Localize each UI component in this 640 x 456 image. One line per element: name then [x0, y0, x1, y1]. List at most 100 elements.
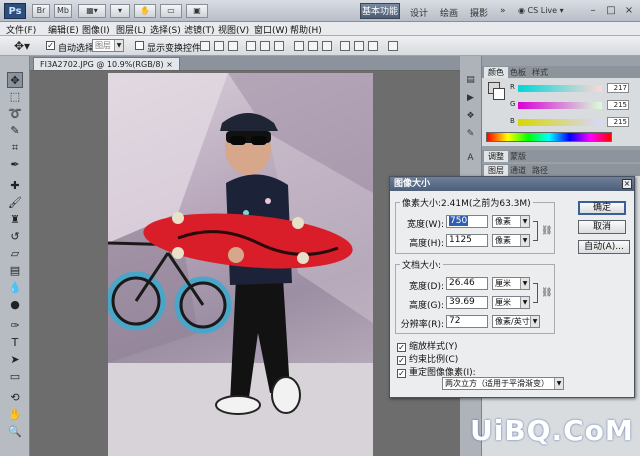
- distribute-top-icon[interactable]: [294, 41, 304, 51]
- distribute-left-icon[interactable]: [340, 41, 350, 51]
- align-left-icon[interactable]: [246, 41, 256, 51]
- zoom-level-button[interactable]: ▾: [110, 4, 130, 18]
- move-tool-preset-icon[interactable]: ✥▾: [14, 38, 30, 54]
- mini-bridge-button[interactable]: Mb: [54, 4, 72, 18]
- screen-mode-button[interactable]: ▣: [186, 4, 208, 18]
- auto-select-checkbox[interactable]: ✓: [46, 41, 55, 50]
- ok-button[interactable]: 确定: [578, 201, 626, 215]
- tab-styles[interactable]: 样式: [528, 67, 552, 78]
- red-value[interactable]: 217: [607, 83, 629, 93]
- tab-color[interactable]: 颜色: [484, 67, 508, 78]
- doc-width-unit-select[interactable]: 厘米 ▼: [492, 277, 530, 290]
- align-top-icon[interactable]: [200, 41, 210, 51]
- menu-image[interactable]: 图像(I): [82, 23, 110, 36]
- menu-layer[interactable]: 图层(L): [116, 23, 146, 36]
- brush-tool-icon[interactable]: 🖌: [7, 195, 23, 211]
- tab-layers[interactable]: 图层: [484, 165, 508, 176]
- lasso-tool-icon[interactable]: ➰: [7, 106, 23, 122]
- marquee-tool-icon[interactable]: ⬚: [7, 89, 23, 105]
- distribute-bottom-icon[interactable]: [322, 41, 332, 51]
- 3d-rotate-tool-icon[interactable]: ⟲: [7, 390, 23, 406]
- crop-tool-icon[interactable]: ⌗: [7, 140, 23, 156]
- menu-file[interactable]: 文件(F): [6, 23, 36, 36]
- close-button[interactable]: ×: [622, 4, 636, 18]
- pixel-height-input[interactable]: 1125: [446, 234, 488, 247]
- dialog-close-icon[interactable]: ×: [622, 179, 632, 189]
- doc-height-unit-select[interactable]: 厘米 ▼: [492, 296, 530, 309]
- tab-adjustments[interactable]: 调整: [484, 151, 508, 162]
- character-panel-icon[interactable]: A: [464, 152, 477, 165]
- distribute-hcenter-icon[interactable]: [354, 41, 364, 51]
- pen-tool-icon[interactable]: ✑: [7, 318, 23, 334]
- blue-slider[interactable]: [518, 119, 602, 126]
- minimize-button[interactable]: –: [586, 4, 600, 18]
- pixel-height-unit-select[interactable]: 像素 ▼: [492, 234, 530, 247]
- shape-tool-icon[interactable]: ▭: [7, 369, 23, 385]
- healing-brush-tool-icon[interactable]: ✚: [7, 178, 23, 194]
- history-brush-tool-icon[interactable]: ↺: [7, 229, 23, 245]
- green-slider[interactable]: [518, 102, 602, 109]
- blur-tool-icon[interactable]: 💧: [7, 280, 23, 296]
- green-value[interactable]: 215: [607, 100, 629, 110]
- align-hcenter-icon[interactable]: [260, 41, 270, 51]
- workspace-painting-link[interactable]: 绘画: [440, 6, 458, 19]
- color-spectrum-bar[interactable]: [486, 132, 612, 142]
- resample-method-select[interactable]: 两次立方（适用于平滑渐变） ▼: [442, 377, 564, 390]
- menu-view[interactable]: 视图(V): [218, 23, 249, 36]
- background-color-swatch[interactable]: [493, 88, 505, 100]
- eyedropper-tool-icon[interactable]: ✒: [7, 157, 23, 173]
- menu-select[interactable]: 选择(S): [150, 23, 181, 36]
- constrain-proportions-checkbox[interactable]: ✓ 约束比例(C): [397, 352, 458, 365]
- cancel-button[interactable]: 取消: [578, 220, 626, 234]
- scale-styles-checkbox[interactable]: ✓ 缩放样式(Y): [397, 339, 458, 352]
- arrange-documents-button[interactable]: ▭: [160, 4, 182, 18]
- auto-align-icon[interactable]: [388, 41, 398, 51]
- maximize-button[interactable]: □: [604, 4, 618, 18]
- menu-window[interactable]: 窗口(W): [254, 23, 288, 36]
- resolution-input[interactable]: 72: [446, 315, 488, 328]
- document-photo[interactable]: [108, 73, 373, 456]
- pixel-width-input[interactable]: 750: [446, 215, 488, 228]
- dodge-tool-icon[interactable]: ●: [7, 297, 23, 313]
- brush-presets-icon[interactable]: ✎: [464, 128, 477, 141]
- view-extras-button[interactable]: ▦▾: [78, 4, 106, 18]
- workspace-essentials-button[interactable]: 基本功能: [360, 3, 400, 19]
- eraser-tool-icon[interactable]: ▱: [7, 246, 23, 262]
- workspace-more-link[interactable]: »: [500, 6, 506, 16]
- align-right-icon[interactable]: [274, 41, 284, 51]
- pixel-width-unit-select[interactable]: 像素 ▼: [492, 215, 530, 228]
- move-tool-icon[interactable]: ✥: [7, 72, 23, 88]
- align-bottom-icon[interactable]: [228, 41, 238, 51]
- tab-masks[interactable]: 蒙版: [506, 151, 530, 162]
- auto-button[interactable]: 自动(A)...: [578, 240, 630, 254]
- tab-channels[interactable]: 通道: [506, 165, 530, 176]
- hand-tool-icon[interactable]: ✋: [7, 407, 23, 423]
- red-slider[interactable]: [518, 85, 602, 92]
- document-tab[interactable]: FI3A2702.JPG @ 10.9%(RGB/8) ×: [33, 57, 180, 70]
- align-vcenter-icon[interactable]: [214, 41, 224, 51]
- gradient-tool-icon[interactable]: ▤: [7, 263, 23, 279]
- path-select-tool-icon[interactable]: ➤: [7, 352, 23, 368]
- close-icon[interactable]: ×: [166, 60, 173, 69]
- menu-filter[interactable]: 滤镜(T): [184, 23, 215, 36]
- show-transform-checkbox[interactable]: [135, 41, 144, 50]
- menu-edit[interactable]: 编辑(E): [48, 23, 79, 36]
- cs-live-button[interactable]: ◉ CS Live ▾: [518, 4, 576, 18]
- actions-panel-icon[interactable]: ▶: [464, 92, 477, 105]
- doc-height-input[interactable]: 39.69: [446, 296, 488, 309]
- distribute-vcenter-icon[interactable]: [308, 41, 318, 51]
- workspace-design-link[interactable]: 设计: [410, 6, 428, 19]
- distribute-right-icon[interactable]: [368, 41, 378, 51]
- tab-paths[interactable]: 路径: [528, 165, 552, 176]
- history-panel-icon[interactable]: ▤: [464, 74, 477, 87]
- auto-select-dropdown[interactable]: 图层 ▼: [92, 39, 124, 52]
- doc-width-input[interactable]: 26.46: [446, 277, 488, 290]
- layers-mini-icon[interactable]: ❖: [464, 110, 477, 123]
- quick-select-tool-icon[interactable]: ✎: [7, 123, 23, 139]
- hand-tool-button[interactable]: ✋: [134, 4, 156, 18]
- workspace-photography-link[interactable]: 摄影: [470, 6, 488, 19]
- zoom-tool-icon[interactable]: 🔍: [7, 424, 23, 440]
- tab-swatches[interactable]: 色板: [506, 67, 530, 78]
- clone-stamp-tool-icon[interactable]: ♜: [7, 212, 23, 228]
- bridge-button[interactable]: Br: [32, 4, 50, 18]
